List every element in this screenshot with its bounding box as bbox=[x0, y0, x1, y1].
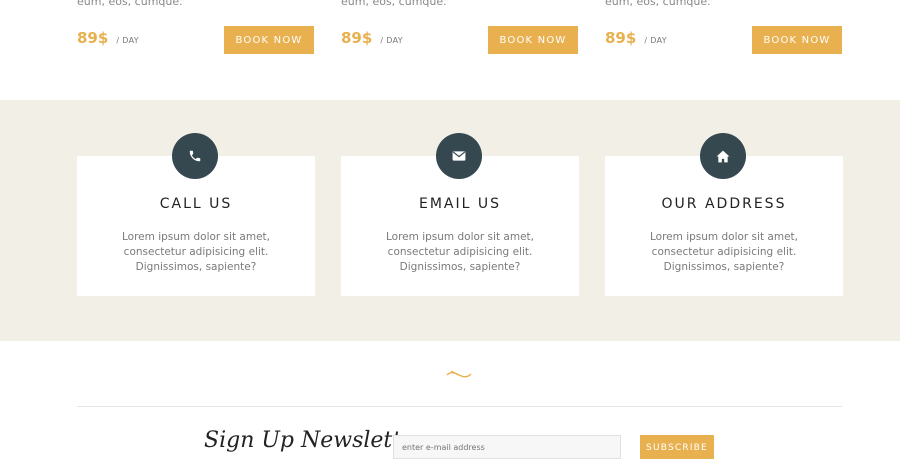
contact-title: EMAIL US bbox=[418, 196, 501, 212]
room-card: eum, eos, cumque. 89$ / DAY BOOK NOW bbox=[341, 0, 579, 100]
room-card: eum, eos, cumque. 89$ / DAY BOOK NOW bbox=[77, 0, 315, 100]
contact-text: Lorem ipsum dolor sit amet, consectetur … bbox=[650, 231, 798, 273]
room-price: 89$ / DAY bbox=[77, 28, 139, 47]
room-card: eum, eos, cumque. 89$ / DAY BOOK NOW bbox=[605, 0, 843, 100]
price-unit: / DAY bbox=[380, 36, 403, 45]
newsletter-title: Sign Up Newsletter bbox=[204, 428, 425, 453]
book-now-button[interactable]: BOOK NOW bbox=[752, 26, 842, 54]
price-unit: / DAY bbox=[644, 36, 667, 45]
book-now-button[interactable]: BOOK NOW bbox=[488, 26, 578, 54]
room-description: eum, eos, cumque. bbox=[341, 0, 447, 8]
room-description: eum, eos, cumque. bbox=[605, 0, 711, 8]
contact-text: Lorem ipsum dolor sit amet, consectetur … bbox=[386, 231, 534, 273]
price-amount: 89$ bbox=[341, 29, 373, 47]
contact-section: CALL US Lorem ipsum dolor sit amet, cons… bbox=[0, 100, 900, 341]
rooms-section: eum, eos, cumque. 89$ / DAY BOOK NOW eum… bbox=[0, 0, 900, 100]
phone-icon bbox=[172, 133, 218, 179]
subscribe-button[interactable]: SUBSCRIBE bbox=[640, 435, 714, 459]
book-now-button[interactable]: BOOK NOW bbox=[224, 26, 314, 54]
room-price: 89$ / DAY bbox=[605, 28, 667, 47]
ornament-icon bbox=[446, 370, 472, 378]
price-unit: / DAY bbox=[116, 36, 139, 45]
contact-title: CALL US bbox=[159, 196, 233, 212]
envelope-icon bbox=[436, 133, 482, 179]
home-icon bbox=[700, 133, 746, 179]
price-amount: 89$ bbox=[77, 29, 109, 47]
contact-title: OUR ADDRESS bbox=[661, 196, 787, 212]
room-price: 89$ / DAY bbox=[341, 28, 403, 47]
contact-text: Lorem ipsum dolor sit amet, consectetur … bbox=[122, 231, 270, 273]
divider bbox=[77, 406, 842, 407]
price-amount: 89$ bbox=[605, 29, 637, 47]
email-input[interactable] bbox=[393, 435, 621, 459]
room-description: eum, eos, cumque. bbox=[77, 0, 183, 8]
